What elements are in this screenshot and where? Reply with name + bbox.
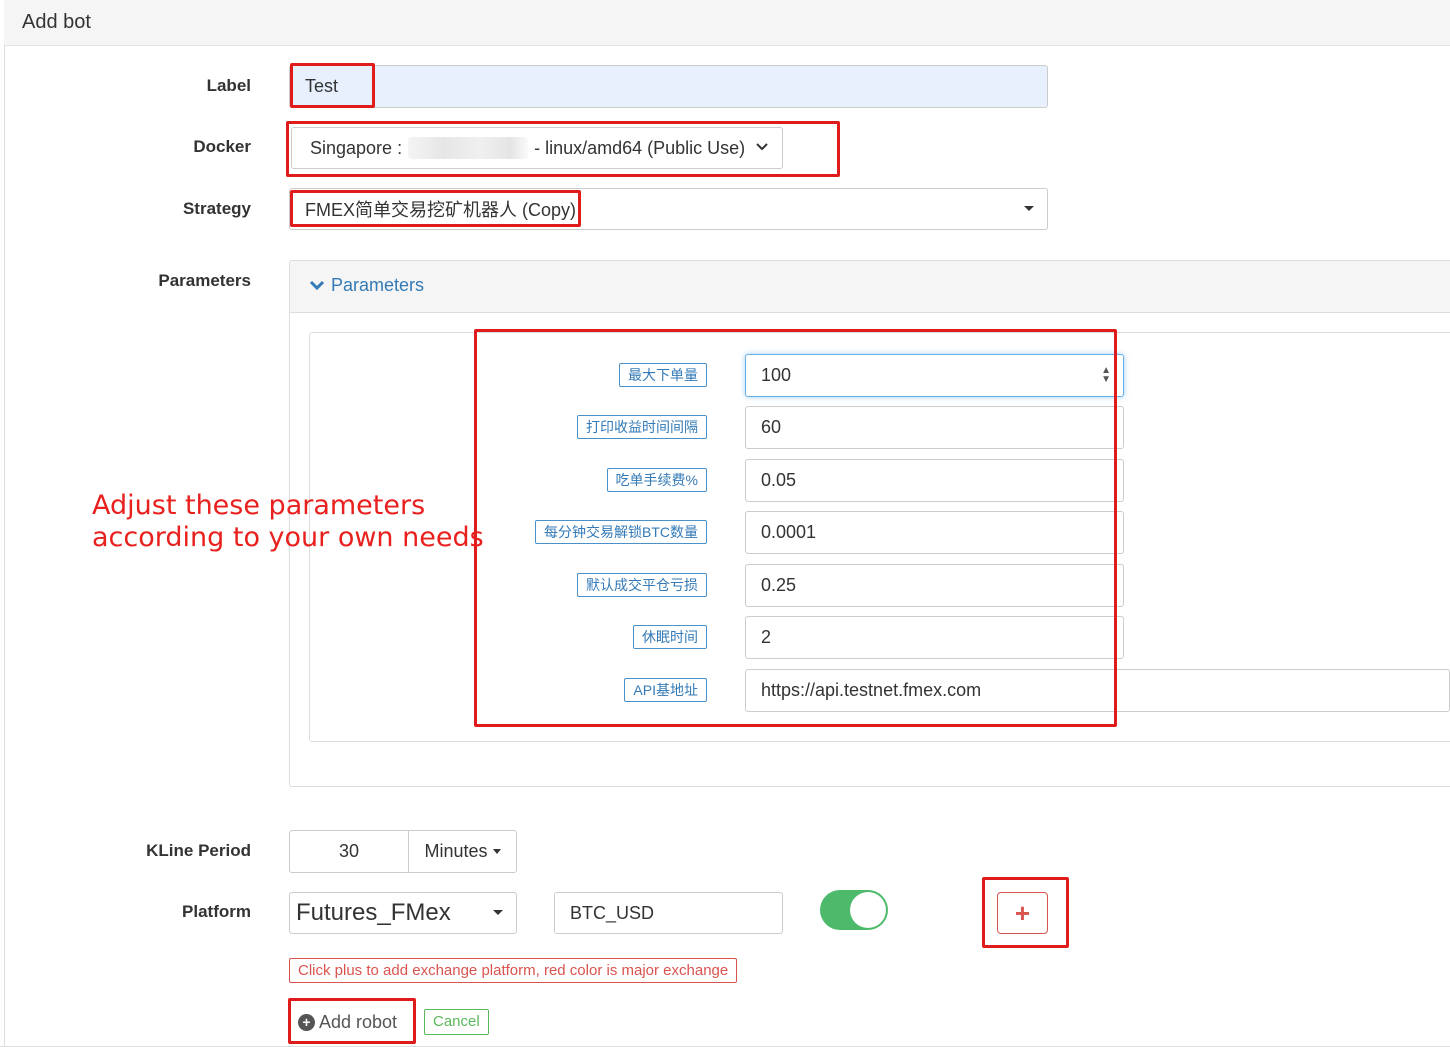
- kline-unit-dropdown[interactable]: Minutes: [408, 830, 517, 873]
- annotation-line-1: Adjust these parameters: [92, 490, 426, 521]
- caret-down-icon: [492, 849, 501, 854]
- docker-platform: - linux/amd64 (Public Use): [534, 137, 746, 158]
- param-input-2[interactable]: 0.05: [745, 459, 1124, 502]
- chevron-down-icon: [309, 280, 325, 290]
- param-tag-0: 最大下单量: [619, 363, 707, 387]
- param-value-3: 0.0001: [761, 522, 817, 542]
- plus-circle-icon: +: [298, 1013, 315, 1031]
- pair-input[interactable]: BTC_USD: [554, 892, 783, 934]
- chevron-down-icon: [756, 141, 768, 155]
- param-input-6[interactable]: https://api.testnet.fmex.com: [745, 669, 1450, 712]
- label-input-value: Test: [305, 76, 339, 96]
- param-tag-4: 默认成交平仓亏损: [577, 573, 707, 597]
- param-value-0: 100: [761, 365, 792, 385]
- strategy-value: FMEX简单交易挖矿机器人 (Copy): [305, 200, 577, 220]
- page-title: Add bot: [22, 11, 91, 33]
- plus-icon: +: [1014, 897, 1031, 928]
- cancel-button[interactable]: Cancel: [424, 1009, 489, 1035]
- toggle-knob: [850, 892, 886, 928]
- strategy-select[interactable]: FMEX简单交易挖矿机器人 (Copy): [289, 188, 1048, 230]
- add-robot-label: Add robot: [319, 1011, 398, 1032]
- number-spinner-icon[interactable]: ▲ ▼: [1101, 366, 1111, 385]
- annotation-line-2: according to your own needs: [92, 522, 484, 553]
- docker-select[interactable]: Singapore : - linux/amd64 (Public Use): [291, 127, 783, 169]
- param-tag-3: 每分钟交易解锁BTC数量: [535, 520, 707, 544]
- param-value-1: 60: [761, 417, 782, 437]
- docker-region: Singapore :: [310, 137, 403, 158]
- label-input[interactable]: Test: [289, 65, 1048, 108]
- param-tag-1: 打印收益时间间隔: [577, 415, 707, 439]
- platform-field-label: Platform: [182, 902, 251, 921]
- annotation-text: Adjust these parameters according to you…: [92, 490, 484, 554]
- docker-field-label: Docker: [193, 137, 251, 156]
- parameters-toggle-label: Parameters: [331, 275, 425, 295]
- kline-period-value: 30: [338, 841, 360, 861]
- caret-down-icon: [1024, 206, 1034, 211]
- strategy-field-label: Strategy: [182, 199, 251, 218]
- parameters-field-label: Parameters: [158, 271, 251, 290]
- param-value-5: 2: [761, 627, 772, 647]
- param-value-4: 0.25: [761, 575, 797, 595]
- caret-down-icon: [493, 910, 503, 915]
- platform-select[interactable]: Futures_FMex: [289, 892, 517, 934]
- redacted-ip-block: [408, 137, 529, 159]
- param-tag-2: 吃单手续费%: [606, 468, 707, 492]
- param-input-0[interactable]: 100 ▲ ▼: [745, 354, 1124, 397]
- kline-unit-label: Minutes: [424, 841, 488, 861]
- param-value-6: https://api.testnet.fmex.com: [761, 680, 982, 700]
- kline-field-label: KLine Period: [146, 841, 251, 860]
- param-input-4[interactable]: 0.25: [745, 564, 1124, 607]
- param-value-2: 0.05: [761, 470, 797, 490]
- add-robot-button[interactable]: + Add robot: [298, 1008, 397, 1036]
- param-tag-5: 休眠时间: [633, 625, 707, 649]
- param-tag-6: API基地址: [624, 678, 707, 702]
- kline-period-input[interactable]: 30: [289, 830, 409, 873]
- add-platform-button[interactable]: +: [997, 892, 1048, 934]
- param-input-3[interactable]: 0.0001: [745, 511, 1124, 554]
- parameters-panel-heading: [290, 261, 1450, 313]
- pair-value: BTC_USD: [570, 902, 655, 923]
- platform-enabled-toggle[interactable]: [820, 890, 888, 930]
- label-field-label: Label: [206, 76, 251, 95]
- param-input-5[interactable]: 2: [745, 616, 1124, 659]
- panel-header: [4, 0, 1450, 46]
- parameters-toggle[interactable]: Parameters: [309, 275, 424, 296]
- platform-hint: Click plus to add exchange platform, red…: [289, 958, 738, 983]
- param-input-1[interactable]: 60: [745, 406, 1124, 449]
- platform-value: Futures_FMex: [296, 899, 451, 926]
